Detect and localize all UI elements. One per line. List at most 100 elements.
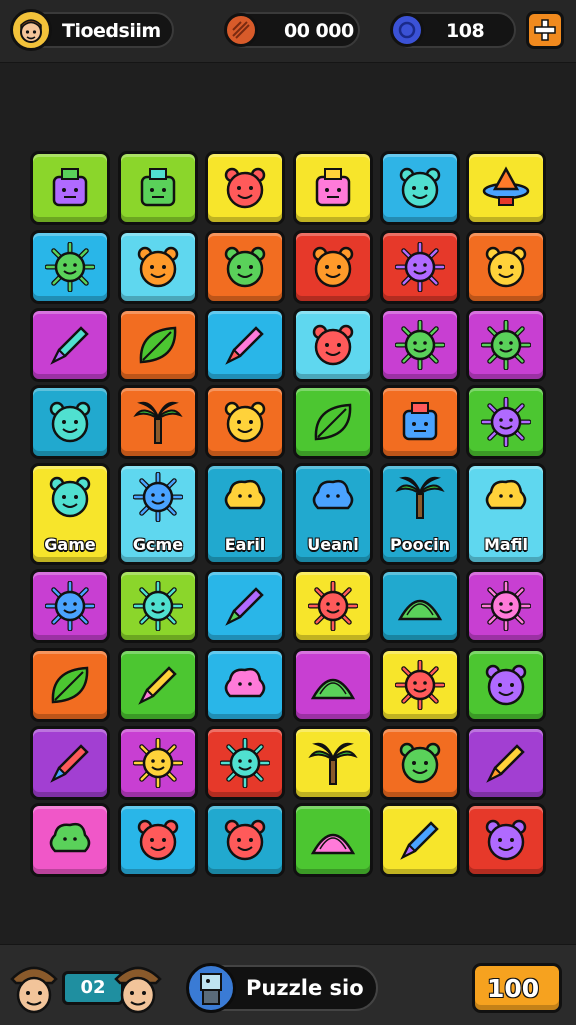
tile[interactable]	[30, 230, 110, 304]
tile[interactable]	[205, 230, 285, 304]
tile[interactable]	[466, 648, 546, 722]
orange-pen-icon	[50, 744, 89, 783]
sun-face-icon	[45, 242, 95, 292]
tile[interactable]	[466, 385, 546, 459]
spiky-sun-icon	[133, 472, 183, 522]
tile[interactable]	[380, 308, 460, 382]
add-currency-button[interactable]	[526, 11, 564, 49]
tile[interactable]	[466, 803, 546, 877]
orange-sun-icon	[133, 581, 183, 631]
tile[interactable]: Earil	[205, 463, 285, 565]
sun-face-violet-icon	[481, 320, 531, 370]
tile[interactable]: Mafil	[466, 463, 546, 565]
tile[interactable]	[30, 385, 110, 459]
pink-blob-icon	[224, 667, 266, 698]
tile[interactable]	[466, 230, 546, 304]
player-avatar-icon[interactable]	[112, 957, 164, 1017]
tile[interactable]	[293, 385, 373, 459]
watermelon-icon	[310, 833, 356, 855]
tile[interactable]: Ueanl	[293, 463, 373, 565]
tile[interactable]	[118, 569, 198, 643]
tile[interactable]	[380, 230, 460, 304]
tile-label: Poocin	[389, 535, 451, 554]
tile[interactable]	[466, 151, 546, 225]
puzzle-label: Puzzle sio	[246, 976, 364, 1000]
tile[interactable]	[118, 385, 198, 459]
tile[interactable]	[118, 648, 198, 722]
tile[interactable]	[466, 308, 546, 382]
puzzle-icon	[186, 963, 236, 1013]
blue-brush-icon	[138, 666, 177, 705]
palm-tree-icon	[395, 476, 445, 519]
yellow-blob-icon	[312, 479, 354, 510]
tile[interactable]	[30, 308, 110, 382]
coin-icon	[224, 13, 258, 47]
tile[interactable]	[380, 151, 460, 225]
avatar[interactable]	[10, 9, 52, 51]
tile[interactable]	[293, 569, 373, 643]
robot-head-icon	[315, 168, 351, 207]
tile[interactable]	[205, 151, 285, 225]
tile[interactable]: Gcme	[118, 463, 198, 565]
score-button[interactable]: 100	[472, 963, 562, 1013]
shell-icon	[310, 678, 356, 700]
score-value: 100	[487, 974, 540, 1003]
tile[interactable]	[205, 803, 285, 877]
pink-sun-icon	[395, 660, 445, 710]
tile[interactable]	[118, 308, 198, 382]
tile[interactable]	[205, 648, 285, 722]
green-chat-icon	[49, 822, 91, 853]
plus-icon	[534, 19, 556, 41]
tile[interactable]	[205, 385, 285, 459]
tile[interactable]	[30, 151, 110, 225]
blue-block-icon	[402, 402, 438, 441]
tile[interactable]	[205, 569, 285, 643]
coins-pill[interactable]: 00 000	[224, 12, 360, 48]
red-cat-icon	[485, 819, 527, 861]
machine-icon	[140, 168, 176, 207]
carrot-icon	[225, 587, 264, 626]
tile[interactable]	[466, 569, 546, 643]
tile[interactable]	[380, 648, 460, 722]
pink-bear-icon	[49, 401, 91, 443]
tile[interactable]	[380, 569, 460, 643]
tile[interactable]	[293, 648, 373, 722]
tile[interactable]	[380, 385, 460, 459]
tile[interactable]	[30, 648, 110, 722]
kettle-icon	[52, 168, 88, 207]
tile[interactable]	[293, 308, 373, 382]
tile[interactable]: Game	[30, 463, 110, 565]
tile[interactable]	[118, 726, 198, 800]
tile[interactable]: Poocin	[380, 463, 460, 565]
tile[interactable]	[118, 230, 198, 304]
tile[interactable]	[293, 726, 373, 800]
bottom-bar: 02 Puzzle sio 100	[0, 944, 576, 1025]
tile[interactable]	[293, 230, 373, 304]
tile[interactable]	[380, 803, 460, 877]
tile[interactable]	[118, 151, 198, 225]
palm-tree-icon	[133, 401, 183, 444]
tile[interactable]	[30, 803, 110, 877]
player-avatar-icon	[20, 19, 42, 43]
tile[interactable]	[118, 803, 198, 877]
tile[interactable]	[466, 726, 546, 800]
orange-cat-icon	[224, 819, 266, 861]
green-fish-icon	[224, 167, 266, 209]
orange-wedge-icon	[397, 599, 443, 621]
player-name-pill[interactable]: Tioedsiim	[10, 9, 174, 51]
gems-pill[interactable]: 108	[390, 12, 516, 48]
player-avatar-icon[interactable]	[8, 957, 60, 1017]
tile[interactable]	[293, 151, 373, 225]
gem-icon	[390, 13, 424, 47]
tile[interactable]	[205, 726, 285, 800]
puzzle-pill[interactable]: Puzzle sio	[186, 963, 378, 1013]
sun-smile-icon	[481, 397, 531, 447]
tile[interactable]	[293, 803, 373, 877]
tile[interactable]	[30, 726, 110, 800]
tile[interactable]	[30, 569, 110, 643]
blue-pencil-icon	[50, 326, 89, 365]
palm-tree-icon	[308, 742, 358, 785]
tile[interactable]	[205, 308, 285, 382]
purple-star-face-icon	[133, 738, 183, 788]
tile[interactable]	[380, 726, 460, 800]
